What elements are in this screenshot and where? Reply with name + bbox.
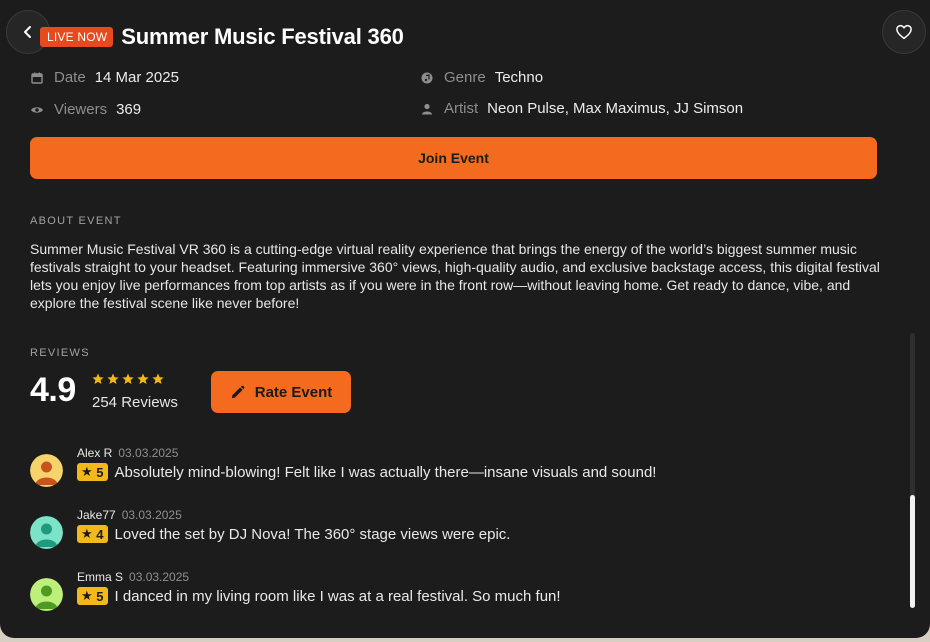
eye-icon: [30, 103, 44, 117]
scrollbar-thumb[interactable]: [910, 495, 915, 608]
meta-viewers-label: Viewers: [54, 101, 108, 118]
review-date: 03.03.2025: [118, 446, 179, 460]
meta-date-label: Date: [54, 69, 86, 86]
join-event-button[interactable]: Join Event: [30, 137, 877, 179]
rating-stars: [92, 373, 164, 385]
meta-genre: Genre Techno: [420, 69, 543, 86]
rate-event-label: Rate Event: [254, 383, 333, 401]
review-text: Absolutely mind-blowing! Felt like I was…: [114, 463, 657, 481]
review-author: Emma S: [77, 570, 124, 584]
star-icon: [137, 373, 149, 384]
avatar: [30, 578, 63, 611]
avatar: [30, 454, 63, 487]
star-icon: ★: [81, 464, 93, 479]
favorite-button[interactable]: [882, 10, 926, 54]
rating-value: 4.9: [30, 371, 76, 409]
review-rating-badge: ★ 5: [77, 463, 108, 481]
meta-artist-value: Neon Pulse, Max Maximus, JJ Simson: [487, 100, 744, 117]
heart-icon: [896, 24, 912, 40]
about-heading: ABOUT EVENT: [30, 215, 122, 227]
meta-artist-label: Artist: [444, 100, 479, 117]
rate-event-button[interactable]: Rate Event: [211, 371, 351, 413]
meta-viewers-value: 369: [116, 101, 142, 118]
reviews-heading: REVIEWS: [30, 347, 90, 359]
star-icon: [122, 373, 134, 384]
calendar-icon: [30, 71, 44, 85]
review-text: Loved the set by DJ Nova! The 360° stage…: [114, 525, 511, 543]
star-icon: [107, 373, 119, 384]
person-icon: [420, 102, 434, 116]
review-text: I danced in my living room like I was at…: [114, 587, 561, 605]
star-icon: [92, 373, 104, 384]
review-author: Jake77: [77, 508, 116, 522]
live-badge: LIVE NOW: [40, 27, 114, 47]
music-disc-icon: [420, 71, 434, 85]
meta-viewers: Viewers 369: [30, 101, 141, 118]
review-author: Alex R: [77, 446, 113, 460]
star-icon: [152, 373, 164, 384]
event-details-panel: LIVE NOW Summer Music Festival 360 Date …: [0, 0, 930, 638]
review-rating-badge: ★ 4: [77, 525, 108, 543]
meta-date-value: 14 Mar 2025: [94, 69, 179, 86]
meta-artist: Artist Neon Pulse, Max Maximus, JJ Simso…: [420, 100, 743, 117]
pencil-icon: [231, 385, 245, 398]
review-rating-badge: ★ 5: [77, 587, 108, 605]
star-icon: ★: [81, 526, 93, 541]
meta-date: Date 14 Mar 2025: [30, 69, 179, 86]
review-date: 03.03.2025: [129, 570, 190, 584]
page-title: Summer Music Festival 360: [121, 24, 404, 49]
title-row: LIVE NOW Summer Music Festival 360: [40, 24, 404, 50]
meta-genre-label: Genre: [444, 69, 486, 86]
meta-genre-value: Techno: [494, 69, 544, 86]
review-rating: 5: [96, 588, 104, 604]
review-date: 03.03.2025: [121, 508, 182, 522]
about-text: Summer Music Festival VR 360 is a cuttin…: [30, 241, 880, 311]
star-icon: ★: [81, 588, 93, 603]
review-rating: 4: [96, 526, 104, 542]
review-rating: 5: [96, 464, 104, 480]
chevron-left-icon: [24, 26, 31, 38]
reviews-count: 254 Reviews: [92, 394, 178, 411]
avatar: [30, 516, 63, 549]
